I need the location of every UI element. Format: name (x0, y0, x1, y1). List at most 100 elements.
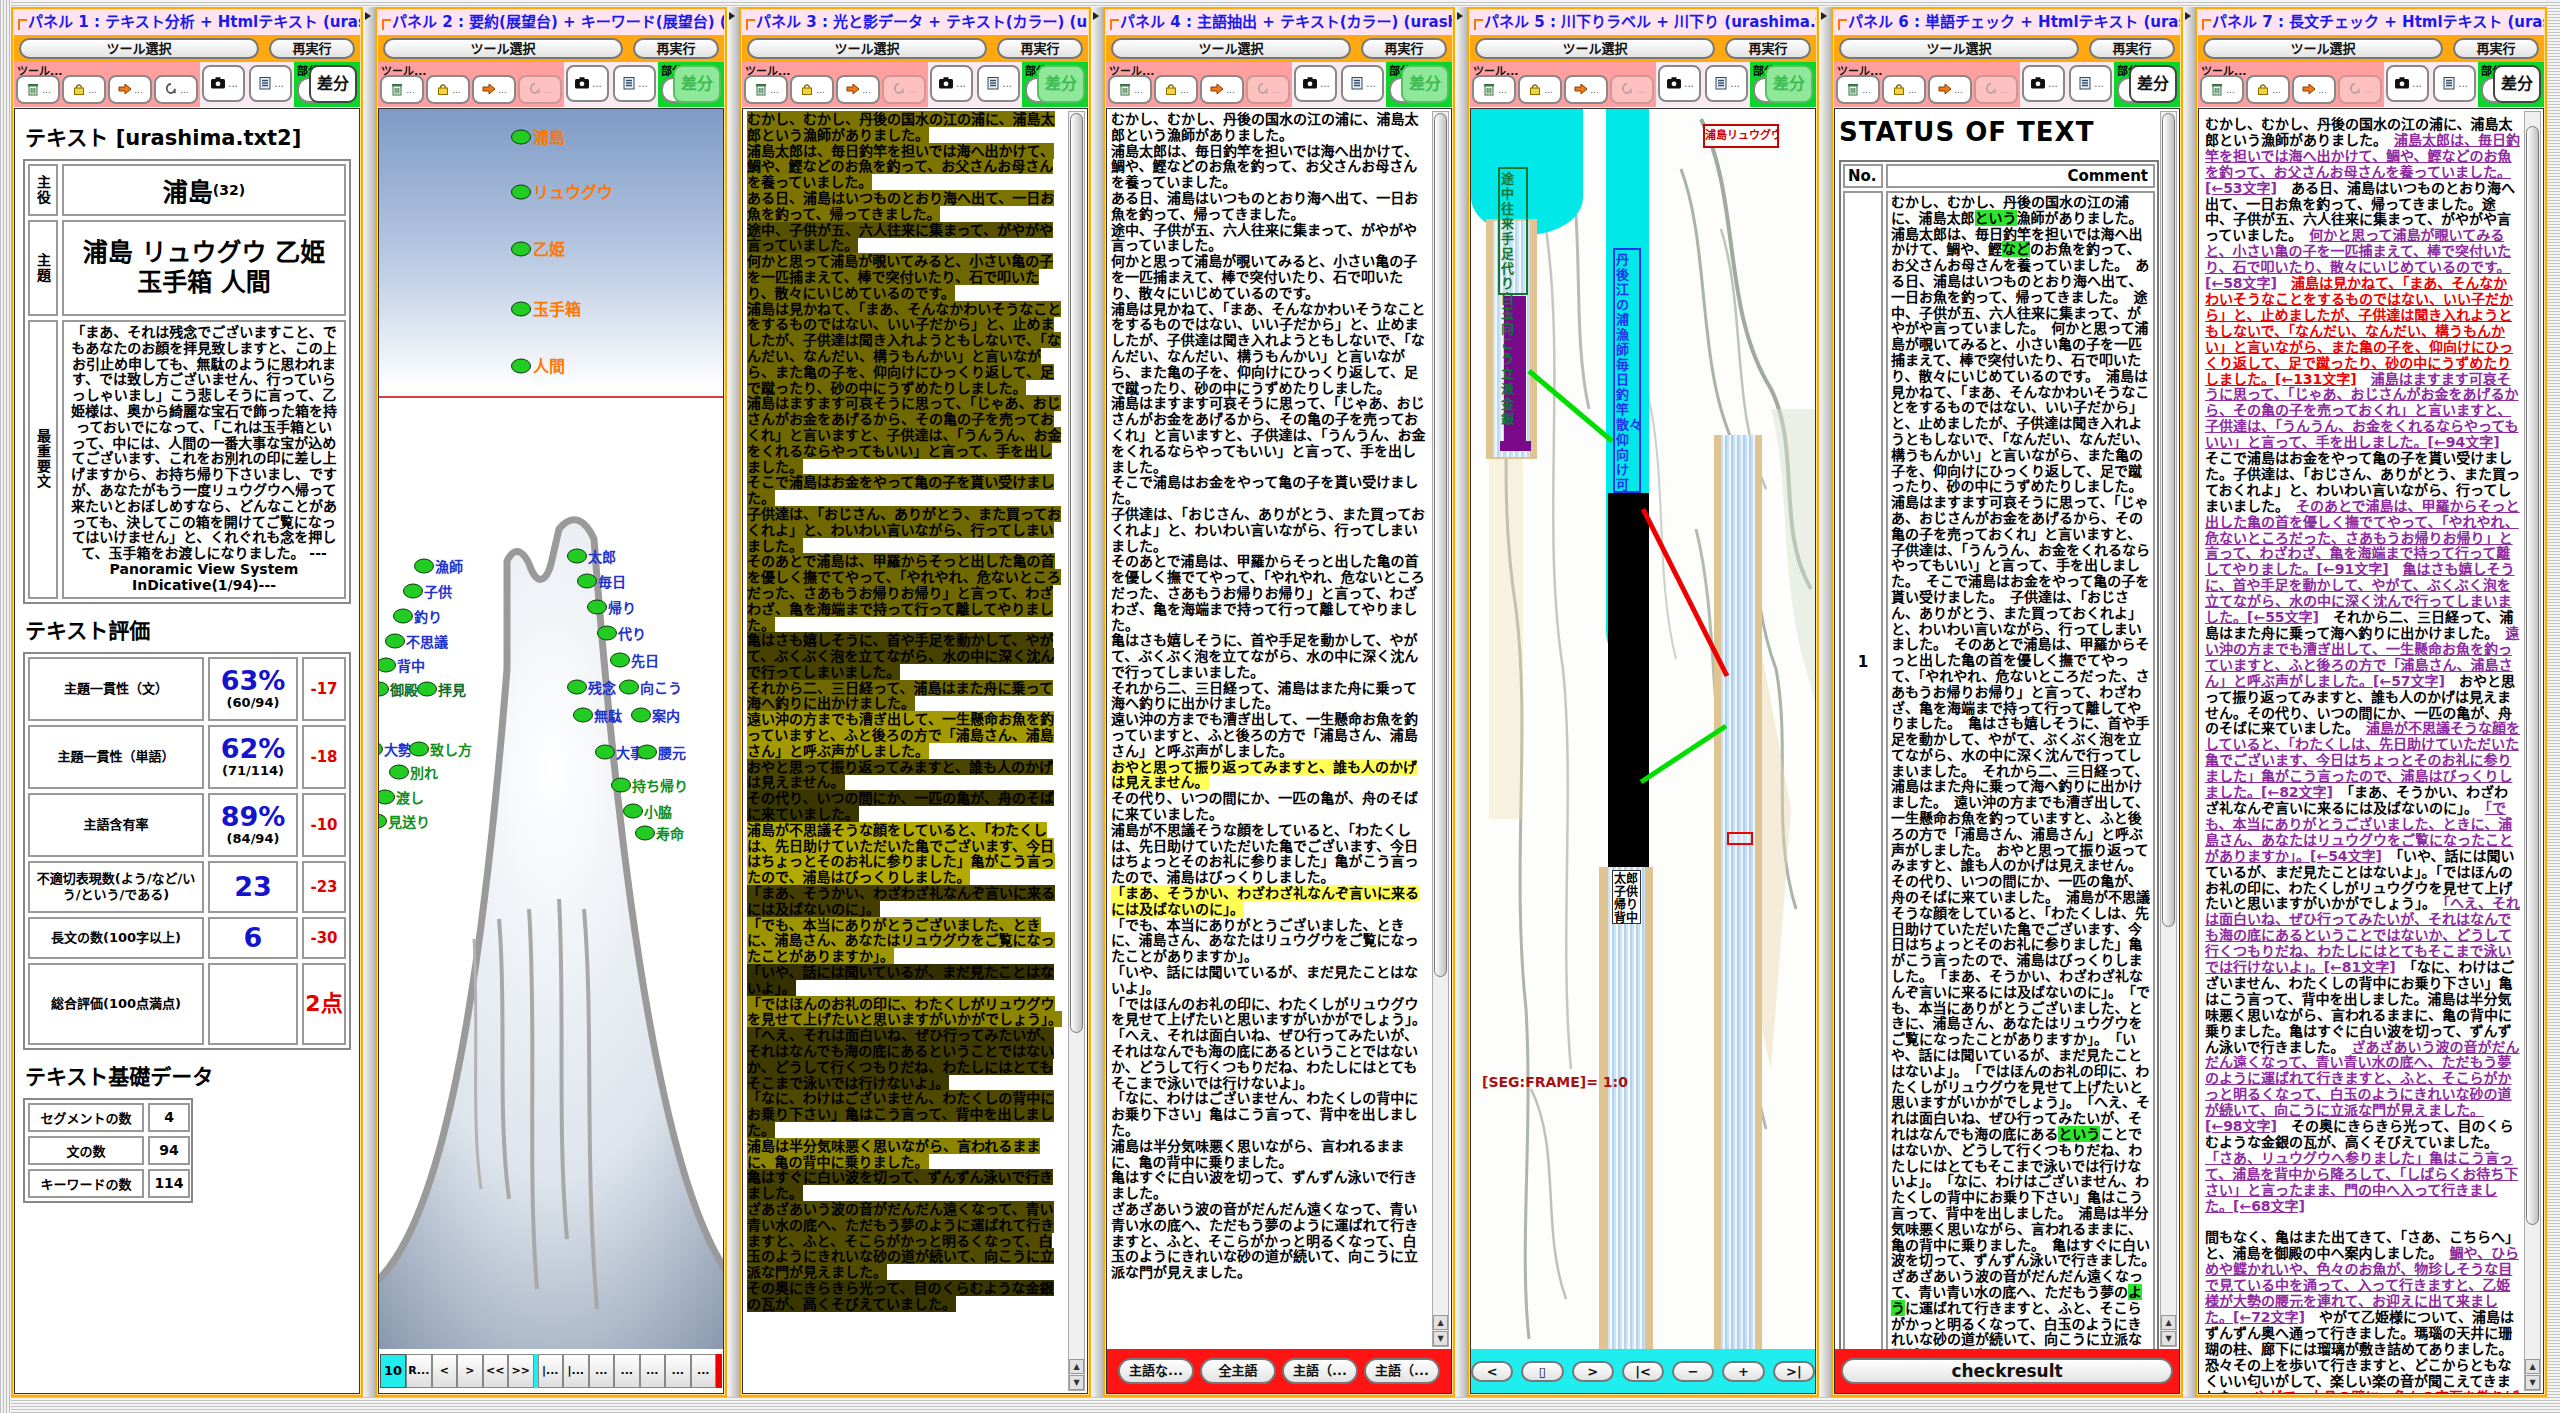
scrollbar[interactable]: ▲▼ (1068, 111, 1085, 1391)
playback-button[interactable]: − (1672, 1361, 1714, 1382)
arrow-button[interactable]: ... (108, 75, 152, 104)
diff-button[interactable]: 差分 (1401, 65, 1449, 103)
keyword-sub[interactable]: 太郎 (568, 549, 617, 565)
pager-button[interactable]: ... (640, 1354, 666, 1388)
keyword-main[interactable]: 乙姫 (512, 240, 566, 259)
diff-button[interactable]: 差分 (1765, 65, 1813, 103)
lock-bag-button[interactable]: ... (426, 75, 470, 104)
keyword-sub[interactable]: 毎日 (578, 574, 627, 590)
arrow-button[interactable]: ... (1564, 75, 1608, 104)
scrollbar[interactable]: ▲▼ (2160, 111, 2177, 1347)
lock-bag-button[interactable]: ... (1518, 75, 1562, 104)
keyword-sub[interactable]: 拝見 (418, 682, 467, 698)
trash-button[interactable]: ... (744, 75, 788, 104)
keyword-sub[interactable]: 腰元 (638, 745, 687, 761)
arrow-button[interactable]: ... (472, 75, 516, 104)
camera-button[interactable]: ... (2386, 65, 2429, 102)
trash-button[interactable]: ... (380, 75, 424, 104)
clip-button[interactable]: ... (1246, 75, 1290, 104)
keyword-sub[interactable]: 先日 (611, 653, 660, 669)
arrow-button[interactable]: ... (2292, 75, 2336, 104)
keyword-sub[interactable]: 大事 (596, 745, 645, 761)
keyword-sub[interactable]: 代り (598, 626, 647, 642)
diff-button[interactable]: 差分 (2129, 65, 2177, 103)
scrollbar-thumb[interactable] (2162, 113, 2175, 927)
notes-button[interactable]: ... (613, 65, 656, 102)
pager-button[interactable]: ... (665, 1354, 691, 1388)
camera-button[interactable]: ... (566, 65, 609, 102)
scroll-up-icon[interactable]: ▲ (1433, 1315, 1448, 1330)
rerun-button[interactable]: 再実行 (1725, 38, 1811, 59)
keyword-sub[interactable]: 残念 (568, 680, 617, 696)
keyword-sub[interactable]: 向こう (620, 680, 683, 696)
panel-splitter[interactable] (1819, 7, 1831, 1397)
trash-button[interactable]: ... (1472, 75, 1516, 104)
keyword-sub[interactable]: 致し方 (410, 742, 473, 758)
rerun-button[interactable]: 再実行 (633, 38, 719, 59)
scroll-down-icon[interactable]: ▼ (1069, 1375, 1084, 1390)
rerun-button[interactable]: 再実行 (269, 38, 355, 59)
keyword-main[interactable]: 玉手箱 (512, 300, 582, 319)
clip-button[interactable]: ... (154, 75, 198, 104)
clip-button[interactable]: ... (2338, 75, 2382, 104)
lock-bag-button[interactable]: ... (2246, 75, 2290, 104)
playback-button[interactable]: + (1722, 1361, 1764, 1382)
keyword-sub[interactable]: 小脇 (624, 804, 673, 820)
keyword-sub[interactable]: 子供 (404, 584, 453, 600)
camera-button[interactable]: ... (930, 65, 973, 102)
checkresult-button[interactable]: checkresult (1841, 1358, 2173, 1384)
tool-select-button[interactable]: ツール選択 (2203, 38, 2443, 59)
camera-button[interactable]: ... (1658, 65, 1701, 102)
tool-select-button[interactable]: ツール選択 (1839, 38, 2079, 59)
trash-button[interactable]: ... (1108, 75, 1152, 104)
pager-button[interactable]: << (483, 1354, 509, 1388)
lock-bag-button[interactable]: ... (790, 75, 834, 104)
lock-bag-button[interactable]: ... (1154, 75, 1198, 104)
pager-button[interactable]: R... (406, 1354, 432, 1388)
subject-button[interactable]: 主語（... (1364, 1358, 1440, 1384)
playback-button[interactable]: ▯ (1521, 1361, 1563, 1382)
tool-select-button[interactable]: ツール選択 (1475, 38, 1715, 59)
keyword-sub[interactable]: 大勢 (379, 742, 412, 758)
clip-button[interactable]: ... (882, 75, 926, 104)
playback-button[interactable]: >| (1773, 1361, 1815, 1382)
tool-select-button[interactable]: ツール選択 (383, 38, 623, 59)
pager-button[interactable]: |... (563, 1354, 589, 1388)
lock-bag-button[interactable]: ... (62, 75, 106, 104)
pager-button[interactable]: ... (589, 1354, 615, 1388)
subject-button[interactable]: 全主語 (1200, 1358, 1276, 1384)
keyword-sub[interactable]: 持ち帰り (612, 778, 689, 794)
diff-button[interactable]: 差分 (2493, 65, 2541, 103)
scroll-down-icon[interactable]: ▼ (1433, 1331, 1448, 1346)
rerun-button[interactable]: 再実行 (2089, 38, 2175, 59)
notes-button[interactable]: ... (977, 65, 1020, 102)
scrollbar[interactable]: ▲▼ (2524, 111, 2541, 1391)
playback-button[interactable]: |< (1622, 1361, 1664, 1382)
scrollbar-thumb[interactable] (2526, 126, 2539, 1225)
diff-button[interactable]: 差分 (309, 65, 357, 103)
keyword-sub[interactable]: 無駄 (574, 708, 623, 724)
pager-button[interactable]: < (432, 1354, 458, 1388)
camera-button[interactable]: ... (2022, 65, 2065, 102)
arrow-button[interactable]: ... (836, 75, 880, 104)
playback-button[interactable]: < (1471, 1361, 1513, 1382)
panel-splitter[interactable] (1091, 7, 1103, 1397)
scrollbar[interactable]: ▲▼ (1432, 111, 1449, 1347)
panel-splitter[interactable] (1455, 7, 1467, 1397)
scrollbar-thumb[interactable] (1434, 113, 1447, 977)
rerun-button[interactable]: 再実行 (1361, 38, 1447, 59)
trash-button[interactable]: ... (1836, 75, 1880, 104)
keyword-sub[interactable]: 帰り (588, 600, 637, 616)
camera-button[interactable]: ... (1294, 65, 1337, 102)
rerun-button[interactable]: 再実行 (2453, 38, 2539, 59)
keyword-sub[interactable]: 漁師 (415, 559, 464, 575)
lock-bag-button[interactable]: ... (1882, 75, 1926, 104)
trash-button[interactable]: ... (16, 75, 60, 104)
panel-splitter[interactable] (727, 7, 739, 1397)
notes-button[interactable]: ... (1341, 65, 1384, 102)
clip-button[interactable]: ... (518, 75, 562, 104)
notes-button[interactable]: ... (2433, 65, 2476, 102)
scrollbar-thumb[interactable] (1070, 113, 1083, 1033)
pager-button[interactable]: |... (538, 1354, 564, 1388)
diff-button[interactable]: 差分 (1037, 65, 1085, 103)
